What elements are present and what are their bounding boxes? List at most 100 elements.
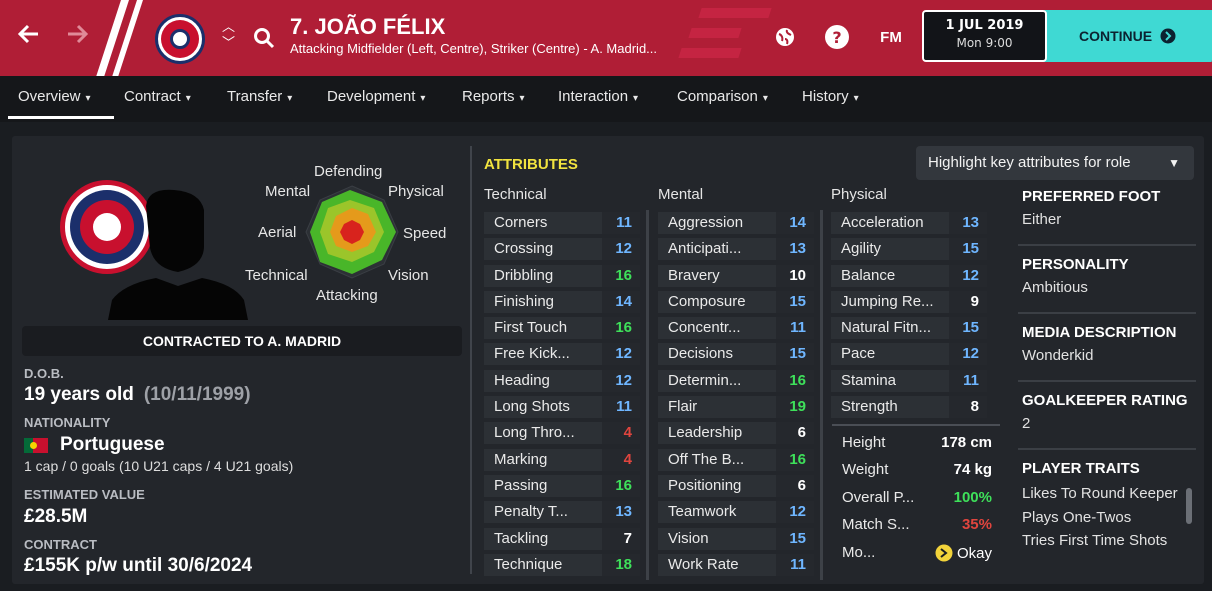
- attribute-value: 11: [790, 319, 806, 337]
- attribute-row[interactable]: Dribbling 16: [484, 263, 642, 289]
- back-button[interactable]: [16, 20, 42, 56]
- attribute-row[interactable]: Finishing 14: [484, 289, 642, 315]
- fm-menu-button[interactable]: FM: [874, 24, 908, 50]
- attribute-value: 6: [797, 476, 806, 494]
- game-date[interactable]: 1 JUL 2019 Mon 9:00: [922, 10, 1047, 62]
- dob-label: D.O.B.: [24, 366, 64, 381]
- attribute-row[interactable]: Long Thro... 4: [484, 420, 642, 446]
- continue-label: CONTINUE: [1079, 28, 1153, 44]
- player-positions: Attacking Midfielder (Left, Centre), Str…: [290, 41, 658, 56]
- attribute-row[interactable]: Composure 15: [658, 289, 816, 315]
- attribute-name: Aggression: [668, 214, 744, 231]
- attribute-row[interactable]: Technique 18: [484, 552, 642, 578]
- attribute-row[interactable]: Teamwork 12: [658, 499, 816, 525]
- media-label: MEDIA DESCRIPTION: [1022, 324, 1177, 341]
- attribute-row[interactable]: Aggression 14: [658, 210, 816, 236]
- attribute-row[interactable]: Acceleration 13: [831, 210, 989, 236]
- attribute-name: Finishing: [494, 292, 555, 310]
- chevron-down-icon[interactable]: ﹀: [222, 36, 235, 52]
- attribute-row[interactable]: Corners 11: [484, 210, 642, 236]
- attribute-name: Leadership: [668, 424, 743, 442]
- attribute-row[interactable]: Stamina 11: [831, 368, 989, 394]
- detail-value: 74 kg: [953, 461, 992, 479]
- search-icon: [254, 28, 275, 49]
- attribute-value: 13: [615, 503, 632, 521]
- attribute-name: Heading: [494, 371, 550, 389]
- attribute-row[interactable]: Anticipati... 13: [658, 236, 816, 262]
- traits-scrollbar[interactable]: [1186, 488, 1192, 524]
- info-divider: [1018, 448, 1196, 450]
- attribute-name: Technique: [494, 555, 563, 573]
- help-label: ?: [832, 27, 842, 47]
- attribute-row[interactable]: Free Kick... 12: [484, 341, 642, 367]
- tab-overview[interactable]: Overview ▾: [18, 88, 91, 105]
- physical-divider: [832, 424, 1000, 426]
- preferred-foot-label: PREFERRED FOOT: [1022, 188, 1161, 205]
- nationality-value[interactable]: Portuguese: [60, 434, 165, 456]
- attribute-row[interactable]: Determin... 16: [658, 368, 816, 394]
- attribute-row[interactable]: Strength 8: [831, 394, 989, 420]
- highlight-label: Highlight key attributes for role: [928, 154, 1131, 171]
- trait-item: Tries First Time Shots: [1022, 532, 1168, 549]
- attribute-row[interactable]: Leadership 6: [658, 420, 816, 446]
- chevron-down-icon: ▾: [85, 93, 91, 104]
- chevron-up-icon[interactable]: ︿: [222, 20, 235, 36]
- help-button[interactable]: ?: [824, 24, 850, 50]
- player-switcher[interactable]: ︿ ﹀: [222, 20, 235, 52]
- attribute-row[interactable]: Positioning 6: [658, 473, 816, 499]
- tab-transfer[interactable]: Transfer ▾: [227, 88, 292, 105]
- attribute-row[interactable]: Decisions 15: [658, 341, 816, 367]
- tab-comparison[interactable]: Comparison ▾: [677, 88, 768, 105]
- attribute-row[interactable]: Jumping Re... 9: [831, 289, 989, 315]
- attribute-value: 11: [790, 555, 806, 573]
- attribute-row[interactable]: Bravery 10: [658, 263, 816, 289]
- attribute-row[interactable]: Tackling 7: [484, 526, 642, 552]
- header-decoration: [698, 8, 772, 18]
- attribute-value: 11: [616, 398, 632, 416]
- globe-button[interactable]: [772, 24, 798, 50]
- club-badge[interactable]: [155, 14, 205, 64]
- tab-reports[interactable]: Reports ▾: [462, 88, 525, 105]
- attribute-value: 12: [962, 345, 979, 363]
- attribute-row[interactable]: Heading 12: [484, 368, 642, 394]
- continue-button[interactable]: CONTINUE: [1031, 10, 1212, 62]
- forward-arrow-icon: [68, 24, 89, 44]
- tab-interaction[interactable]: Interaction ▾: [558, 88, 638, 105]
- attribute-row[interactable]: Long Shots 11: [484, 394, 642, 420]
- attribute-name: Free Kick...: [494, 345, 570, 363]
- attribute-row[interactable]: Passing 16: [484, 473, 642, 499]
- radar-label-technical: Technical: [245, 267, 308, 284]
- attribute-row[interactable]: Marking 4: [484, 447, 642, 473]
- attribute-name: First Touch: [494, 319, 568, 337]
- attribute-value: 10: [789, 266, 806, 284]
- forward-button[interactable]: [64, 20, 90, 56]
- physical-detail-row: Overall P... 100%: [832, 483, 1000, 510]
- attribute-row[interactable]: Vision 15: [658, 526, 816, 552]
- contract-banner: CONTRACTED TO A. MADRID: [22, 326, 462, 356]
- search-button[interactable]: [252, 26, 276, 54]
- morale-icon: [935, 544, 953, 562]
- attribute-row[interactable]: Off The B... 16: [658, 447, 816, 473]
- traits-label: PLAYER TRAITS: [1022, 460, 1140, 477]
- attribute-value: 16: [789, 371, 806, 389]
- attribute-name: Strength: [841, 398, 898, 416]
- attribute-row[interactable]: Natural Fitn... 15: [831, 315, 989, 341]
- attribute-row[interactable]: Pace 12: [831, 341, 989, 367]
- attribute-row[interactable]: First Touch 16: [484, 315, 642, 341]
- attribute-row[interactable]: Penalty T... 13: [484, 499, 642, 525]
- highlight-role-dropdown[interactable]: Highlight key attributes for role ▼: [916, 146, 1194, 180]
- tab-development[interactable]: Development ▾: [327, 88, 425, 105]
- back-arrow-icon: [17, 24, 38, 44]
- attribute-value: 16: [615, 319, 632, 337]
- attribute-row[interactable]: Agility 15: [831, 236, 989, 262]
- attribute-row[interactable]: Crossing 12: [484, 236, 642, 262]
- attribute-row[interactable]: Work Rate 11: [658, 552, 816, 578]
- physical-details-list: Height 178 cm Weight 74 kg Overall P... 100% M…: [832, 428, 1000, 565]
- chevron-down-icon: ▾: [287, 93, 293, 104]
- tab-contract[interactable]: Contract ▾: [124, 88, 191, 105]
- attribute-row[interactable]: Concentr... 11: [658, 315, 816, 341]
- value-label: ESTIMATED VALUE: [24, 487, 145, 502]
- attribute-row[interactable]: Balance 12: [831, 263, 989, 289]
- tab-history[interactable]: History ▾: [802, 88, 859, 105]
- attribute-row[interactable]: Flair 19: [658, 394, 816, 420]
